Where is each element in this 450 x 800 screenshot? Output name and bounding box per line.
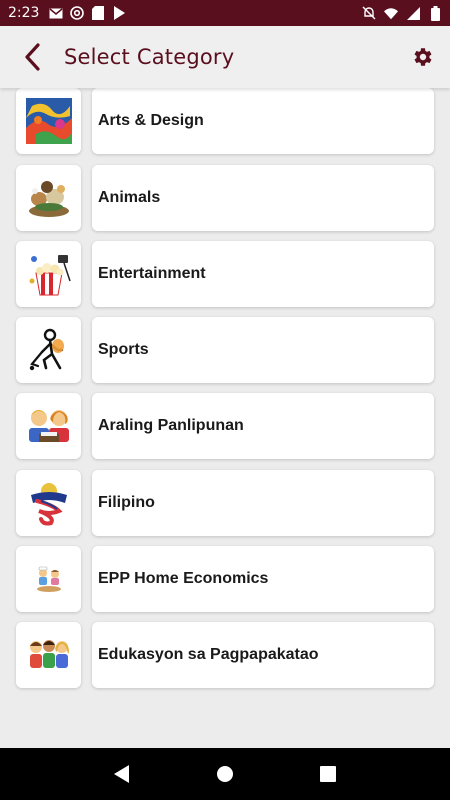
category-label-card[interactable]: Sports (92, 317, 434, 383)
cooking-kids-icon (36, 566, 61, 592)
category-label: Entertainment (98, 265, 206, 282)
paint-palette-icon (25, 98, 72, 144)
category-thumbnail[interactable] (16, 622, 81, 688)
category-list[interactable]: Arts & Design Animals Entertainment Spor… (0, 88, 450, 748)
system-icons (362, 5, 442, 21)
category-row-animals[interactable]: Animals (16, 165, 434, 231)
nav-back-button[interactable] (102, 754, 142, 794)
category-label-card[interactable]: Animals (92, 165, 434, 231)
mute-bell-icon (362, 6, 376, 20)
category-label-card[interactable]: EPP Home Economics (92, 546, 434, 612)
category-thumbnail[interactable] (16, 546, 81, 612)
wifi-icon (384, 6, 398, 20)
children-group-icon (29, 640, 69, 668)
gear-icon (414, 48, 432, 66)
category-thumbnail[interactable] (16, 393, 81, 459)
category-thumbnail[interactable] (16, 470, 81, 536)
chevron-left-icon (25, 43, 40, 71)
category-thumbnail[interactable] (16, 317, 81, 383)
nav-home-button[interactable] (205, 754, 245, 794)
home-circle-icon (216, 766, 233, 782)
category-thumbnail[interactable] (16, 241, 81, 307)
category-thumbnail[interactable] (16, 165, 81, 231)
category-label-card[interactable]: Entertainment (92, 241, 434, 307)
play-store-icon (112, 6, 126, 20)
category-label: Animals (98, 189, 161, 206)
category-label-card[interactable]: Filipino (92, 470, 434, 536)
category-row-entertainment[interactable]: Entertainment (16, 241, 434, 307)
hockey-player-icon (29, 328, 64, 371)
category-label: Filipino (98, 494, 155, 511)
category-label: Edukasyon sa Pagpapakatao (98, 646, 319, 663)
category-row-edukasyon-sa-pagpapakatao[interactable]: Edukasyon sa Pagpapakatao (16, 622, 434, 688)
status-time: 2:23 (8, 5, 40, 21)
category-row-filipino[interactable]: Filipino (16, 470, 434, 536)
back-triangle-icon (113, 765, 129, 783)
back-button[interactable] (6, 26, 58, 88)
notification-icons (49, 6, 126, 20)
animals-icon (28, 181, 69, 217)
category-row-sports[interactable]: Sports (16, 317, 434, 383)
filipino-banner-icon (30, 483, 67, 526)
students-reading-icon (28, 410, 69, 442)
app-bar: Select Category (0, 26, 450, 88)
gmail-icon (49, 6, 63, 20)
system-nav-bar (0, 748, 450, 800)
category-label-card[interactable]: Arts & Design (92, 88, 434, 154)
category-label-card[interactable]: Araling Panlipunan (92, 393, 434, 459)
category-label-card[interactable]: Edukasyon sa Pagpapakatao (92, 622, 434, 688)
category-row-epp-home-economics[interactable]: EPP Home Economics (16, 546, 434, 612)
nav-recents-button[interactable] (308, 754, 348, 794)
category-row-arts-design[interactable]: Arts & Design (16, 88, 434, 154)
popcorn-icon (29, 255, 71, 296)
status-bar: 2:23 (0, 0, 450, 26)
category-label: Sports (98, 341, 149, 358)
category-label: Araling Panlipunan (98, 417, 244, 434)
battery-icon (428, 5, 442, 21)
settings-button[interactable] (396, 26, 448, 88)
page-title: Select Category (64, 45, 235, 69)
category-row-araling-panlipunan[interactable]: Araling Panlipunan (16, 393, 434, 459)
category-label: Arts & Design (98, 112, 204, 129)
category-label: EPP Home Economics (98, 570, 269, 587)
sd-card-icon (91, 6, 105, 20)
recents-square-icon (320, 766, 337, 782)
category-thumbnail[interactable] (16, 88, 81, 154)
at-sign-icon (70, 6, 85, 20)
signal-icon (406, 6, 420, 20)
